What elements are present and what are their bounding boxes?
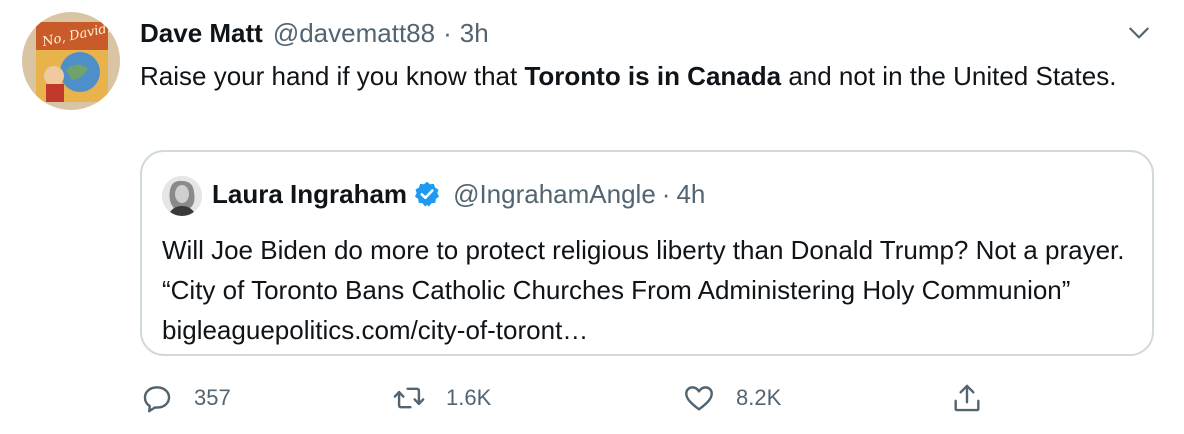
- separator-dot: ·: [443, 17, 452, 48]
- quoted-author-name[interactable]: Laura Ingraham: [212, 179, 407, 210]
- book-cover-avatar: No, David!: [22, 12, 120, 110]
- reply-button[interactable]: 357: [140, 378, 231, 418]
- author-avatar[interactable]: No, David!: [22, 12, 120, 110]
- author-handle[interactable]: @davematt88: [273, 18, 435, 49]
- like-button[interactable]: 8.2K: [682, 378, 781, 418]
- quoted-tweet-header: Laura Ingraham @IngrahamAngle · 4h: [212, 174, 705, 214]
- tweet-header: Dave Matt @davematt88 · 3h: [140, 16, 489, 50]
- reply-icon: [143, 386, 171, 413]
- tweet-text-part: Raise your hand if you know that: [140, 61, 525, 91]
- like-count: 8.2K: [736, 385, 782, 410]
- tweet-text-part: and not in the United States.: [781, 61, 1117, 91]
- share-icon: [954, 384, 980, 412]
- tweet-text: Raise your hand if you know that Toronto…: [140, 58, 1150, 94]
- quoted-tweet[interactable]: Laura Ingraham @IngrahamAngle · 4h Will …: [140, 150, 1154, 356]
- retweet-button[interactable]: 1.6K: [392, 378, 491, 418]
- tweet[interactable]: No, David! Dave Matt @davematt88 · 3h Ra…: [0, 0, 1184, 434]
- share-button[interactable]: [950, 378, 984, 418]
- retweet-count: 1.6K: [446, 385, 492, 410]
- quoted-tweet-timestamp[interactable]: 4h: [676, 179, 705, 210]
- more-options-chevron-icon[interactable]: [1124, 18, 1154, 48]
- author-name[interactable]: Dave Matt: [140, 18, 263, 49]
- separator-dot: ·: [661, 178, 671, 209]
- quoted-tweet-text: Will Joe Biden do more to protect religi…: [162, 235, 1125, 345]
- retweet-icon: [393, 387, 425, 409]
- verified-badge-icon: [413, 180, 441, 208]
- heart-icon: [685, 386, 713, 411]
- quoted-author-handle[interactable]: @IngrahamAngle: [453, 179, 656, 210]
- tweet-text-bold: Toronto is in Canada: [524, 61, 782, 91]
- quoted-author-avatar[interactable]: [162, 176, 202, 216]
- tweet-actions: 357 1.6K 8.2K: [140, 378, 1140, 418]
- tweet-timestamp[interactable]: 3h: [460, 18, 489, 49]
- reply-count: 357: [194, 385, 231, 410]
- portrait-avatar-icon: [162, 176, 202, 216]
